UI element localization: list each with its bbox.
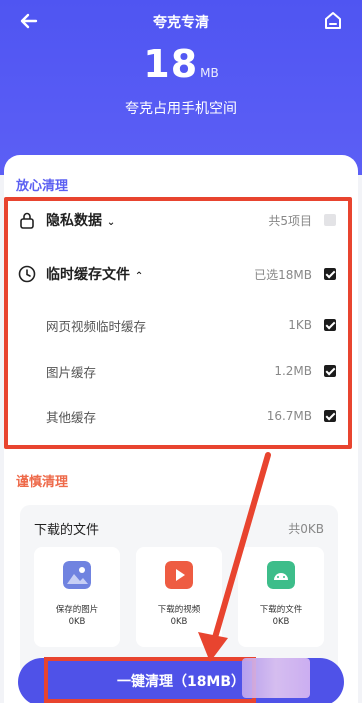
temp-cache-checkbox[interactable] [324, 268, 336, 280]
web-video-cache-checkbox[interactable] [324, 319, 336, 331]
downloaded-videos-tile[interactable]: 下载的视频 0KB [136, 547, 222, 647]
temp-cache-row[interactable]: 临时缓存文件 ⌃ 已选18MB [0, 254, 354, 294]
other-cache-label: 其他缓存 [46, 409, 97, 425]
storage-size-number: 18 [143, 42, 199, 86]
web-video-cache-label: 网页视频临时缓存 [46, 318, 147, 334]
web-video-cache-row[interactable]: 网页视频临时缓存 1KB [0, 305, 354, 345]
downloads-card-count: 共0KB [288, 522, 324, 536]
privacy-data-label: 隐私数据 ⌄ [46, 213, 116, 229]
other-cache-value: 16.7MB [266, 409, 312, 423]
image-cache-label: 图片缓存 [46, 364, 97, 380]
privacy-data-checkbox[interactable] [324, 214, 336, 226]
image-cache-checkbox[interactable] [324, 365, 336, 377]
downloaded-files-label: 下载的文件 [259, 605, 303, 615]
downloads-card: 下载的文件 共0KB 保存的图片 0KB 下载的视频 0KB 下载的文件 0KB [20, 505, 338, 675]
careful-section-title: 谨慎清理 [16, 475, 69, 490]
downloaded-videos-label: 下载的视频 [157, 605, 201, 615]
header-banner: 夸克专清 18 MB 夸克占用手机空间 [0, 0, 362, 175]
web-video-cache-value: 1KB [288, 318, 312, 332]
privacy-data-row[interactable]: 隐私数据 ⌄ 共5项目 [0, 200, 354, 240]
chevron-down-icon: ⌄ [106, 217, 116, 228]
privacy-data-value: 共5项目 [268, 213, 312, 228]
image-icon [63, 561, 91, 589]
temp-cache-value: 已选18MB [254, 267, 312, 282]
downloads-tiles: 保存的图片 0KB 下载的视频 0KB 下载的文件 0KB [34, 547, 324, 647]
blurred-watermark [242, 658, 310, 698]
downloaded-files-tile[interactable]: 下载的文件 0KB [238, 547, 324, 647]
image-cache-value: 1.2MB [274, 364, 312, 378]
android-file-icon [267, 561, 295, 589]
lock-icon [20, 212, 34, 229]
saved-images-size: 0KB [68, 617, 86, 627]
other-cache-row[interactable]: 其他缓存 16.7MB [0, 396, 354, 436]
clock-icon [18, 265, 36, 283]
page-title: 夸克专清 [153, 15, 209, 31]
saved-images-label: 保存的图片 [55, 605, 99, 615]
play-video-icon [165, 561, 193, 589]
storage-size: 18 MB [0, 42, 362, 86]
storage-subtitle: 夸克占用手机空间 [125, 101, 237, 117]
other-cache-checkbox[interactable] [324, 410, 336, 422]
home-icon[interactable] [320, 8, 346, 34]
downloaded-videos-size: 0KB [170, 617, 188, 627]
chevron-up-icon: ⌃ [134, 271, 144, 282]
safe-section-title: 放心清理 [16, 179, 69, 194]
image-cache-row[interactable]: 图片缓存 1.2MB [0, 351, 354, 391]
downloads-card-title: 下载的文件 [34, 523, 100, 538]
temp-cache-label: 临时缓存文件 ⌃ [46, 267, 144, 283]
downloaded-files-size: 0KB [272, 617, 290, 627]
storage-size-unit: MB [200, 66, 219, 80]
saved-images-tile[interactable]: 保存的图片 0KB [34, 547, 120, 647]
